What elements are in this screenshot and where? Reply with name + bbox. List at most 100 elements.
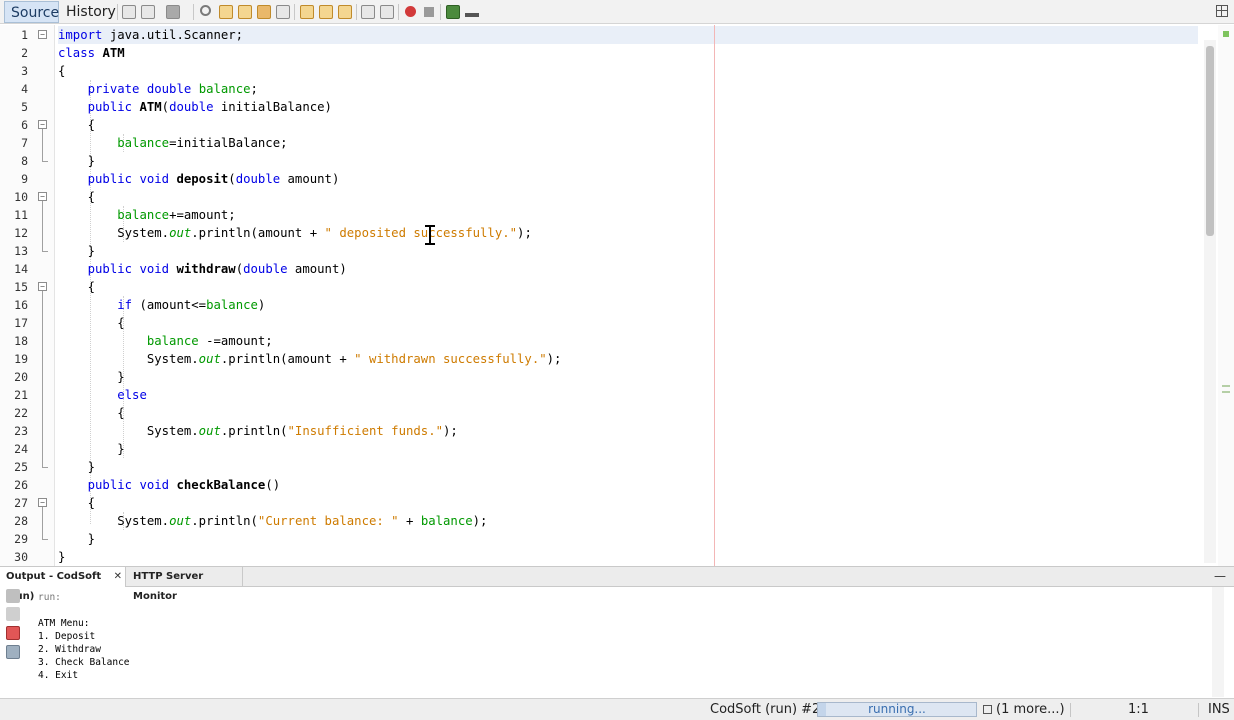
fold-toggle-icon[interactable]: −	[38, 192, 47, 201]
shift-left-icon[interactable]	[361, 5, 375, 19]
editor-toolbar: Source History	[0, 0, 1234, 24]
code-line[interactable]: public void deposit(double amount)	[58, 170, 340, 188]
code-line[interactable]: import java.util.Scanner;	[58, 26, 1198, 44]
stop-macro-recording-icon[interactable]	[424, 7, 434, 17]
fold-guide	[42, 129, 43, 161]
line-number: 17	[14, 316, 28, 330]
line-number: 15	[14, 280, 28, 294]
code-line[interactable]: public ATM(double initialBalance)	[58, 98, 332, 116]
code-line[interactable]: balance -=amount;	[58, 332, 273, 350]
uncomment-icon[interactable]	[465, 13, 479, 17]
line-number: 11	[14, 208, 28, 222]
editor-scrollbar-thumb[interactable]	[1206, 46, 1214, 236]
line-number: 16	[14, 298, 28, 312]
toggle-bookmark-icon[interactable]	[338, 5, 352, 19]
toggle-highlight-icon[interactable]	[257, 5, 271, 19]
status-progress-bar[interactable]: running...	[817, 702, 977, 717]
rerun-with-options-icon[interactable]	[6, 607, 20, 621]
code-line[interactable]: System.out.println(amount + " withdrawn …	[58, 350, 562, 368]
no-errors-icon[interactable]	[1223, 31, 1229, 37]
code-line[interactable]: }	[58, 548, 65, 566]
last-edit-icon[interactable]	[122, 5, 136, 19]
code-line[interactable]: }	[58, 440, 124, 458]
code-line[interactable]: if (amount<=balance)	[58, 296, 265, 314]
line-number: 25	[14, 460, 28, 474]
code-line[interactable]: public void withdraw(double amount)	[58, 260, 347, 278]
line-number: 29	[14, 532, 28, 546]
code-line[interactable]: }	[58, 530, 95, 548]
code-line[interactable]: balance=initialBalance;	[58, 134, 287, 152]
right-margin-line	[714, 25, 715, 566]
next-bookmark-icon[interactable]	[319, 5, 333, 19]
settings-icon[interactable]	[6, 645, 20, 659]
code-line[interactable]: }	[58, 458, 95, 476]
code-line[interactable]: }	[58, 368, 124, 386]
code-line[interactable]: {	[58, 62, 65, 80]
code-line[interactable]: {	[58, 116, 95, 134]
status-task[interactable]: CodSoft (run) #2	[710, 701, 820, 719]
code-line[interactable]: }	[58, 152, 95, 170]
tab-source[interactable]: Source	[4, 1, 59, 23]
code-line[interactable]: private double balance;	[58, 80, 258, 98]
code-line[interactable]: {	[58, 404, 124, 422]
code-line[interactable]: class ATM	[58, 44, 125, 62]
fold-toggle-icon[interactable]: −	[38, 30, 47, 39]
rerun-icon[interactable]	[6, 589, 20, 603]
code-line[interactable]: }	[58, 242, 95, 260]
split-window-icon[interactable]	[1216, 5, 1228, 17]
find-icon[interactable]	[200, 5, 211, 16]
code-line[interactable]: balance+=amount;	[58, 206, 235, 224]
close-icon[interactable]: ✕	[114, 567, 122, 587]
insert-mode[interactable]: INS	[1208, 701, 1230, 719]
find-previous-icon[interactable]	[219, 5, 233, 19]
editor-scrollbar[interactable]	[1204, 40, 1216, 563]
tab-output[interactable]: Output - CodSoft (run) ✕	[0, 567, 126, 602]
comment-icon[interactable]	[446, 5, 460, 19]
error-stripe[interactable]	[1218, 25, 1234, 566]
line-number: 19	[14, 352, 28, 366]
code-line[interactable]: {	[58, 494, 95, 512]
output-line: 4. Exit	[38, 670, 79, 681]
code-line[interactable]: {	[58, 278, 95, 296]
stripe-marker[interactable]	[1222, 391, 1230, 393]
code-line[interactable]: System.out.println("Insufficient funds."…	[58, 422, 458, 440]
find-next-icon[interactable]	[238, 5, 252, 19]
line-number: 7	[21, 136, 28, 150]
line-number: 5	[21, 100, 28, 114]
previous-bookmark-icon[interactable]	[300, 5, 314, 19]
code-line[interactable]: {	[58, 314, 124, 332]
output-window: Output - CodSoft (run) ✕ HTTP Server Mon…	[0, 566, 1234, 699]
stop-icon[interactable]	[6, 626, 20, 640]
tab-history[interactable]: History	[60, 1, 116, 23]
minimize-icon[interactable]: —	[1214, 569, 1226, 583]
line-number: 21	[14, 388, 28, 402]
line-number: 20	[14, 370, 28, 384]
shift-right-icon[interactable]	[380, 5, 394, 19]
start-macro-recording-icon[interactable]	[405, 6, 416, 17]
forward-icon[interactable]	[166, 5, 180, 19]
code-editor[interactable]: 1 2 3 4 5 6 7 8 9 10 11 12 13 14 15 16 1…	[0, 25, 1234, 566]
tab-http-server-monitor[interactable]: HTTP Server Monitor	[127, 567, 243, 602]
code-line[interactable]: {	[58, 188, 95, 206]
toggle-search-icon[interactable]	[276, 5, 290, 19]
toolbar-separator	[193, 4, 194, 20]
code-line[interactable]: System.out.println("Current balance: " +…	[58, 512, 487, 530]
toolbar-separator	[117, 4, 118, 20]
output-console[interactable]: run: ATM Menu: 1. Deposit 2. Withdraw 3. Che…	[38, 589, 1198, 697]
stripe-marker[interactable]	[1222, 385, 1230, 387]
fold-toggle-icon[interactable]: −	[38, 498, 47, 507]
code-line[interactable]: public void checkBalance()	[58, 476, 281, 494]
fold-toggle-icon[interactable]: −	[38, 282, 47, 291]
code-area[interactable]: import java.util.Scanner; class ATM { pr…	[58, 25, 1198, 566]
tasks-icon[interactable]	[983, 705, 992, 714]
output-scrollbar[interactable]	[1212, 587, 1224, 697]
fold-toggle-icon[interactable]: −	[38, 120, 47, 129]
code-line[interactable]: else	[58, 386, 147, 404]
output-line: 2. Withdraw	[38, 644, 101, 655]
output-line: 1. Deposit	[38, 631, 96, 642]
status-more-tasks[interactable]: (1 more...)	[996, 701, 1065, 719]
line-number: 22	[14, 406, 28, 420]
code-line[interactable]: System.out.println(amount + " deposited …	[58, 224, 532, 242]
line-number: 26	[14, 478, 28, 492]
back-icon[interactable]	[141, 5, 155, 19]
